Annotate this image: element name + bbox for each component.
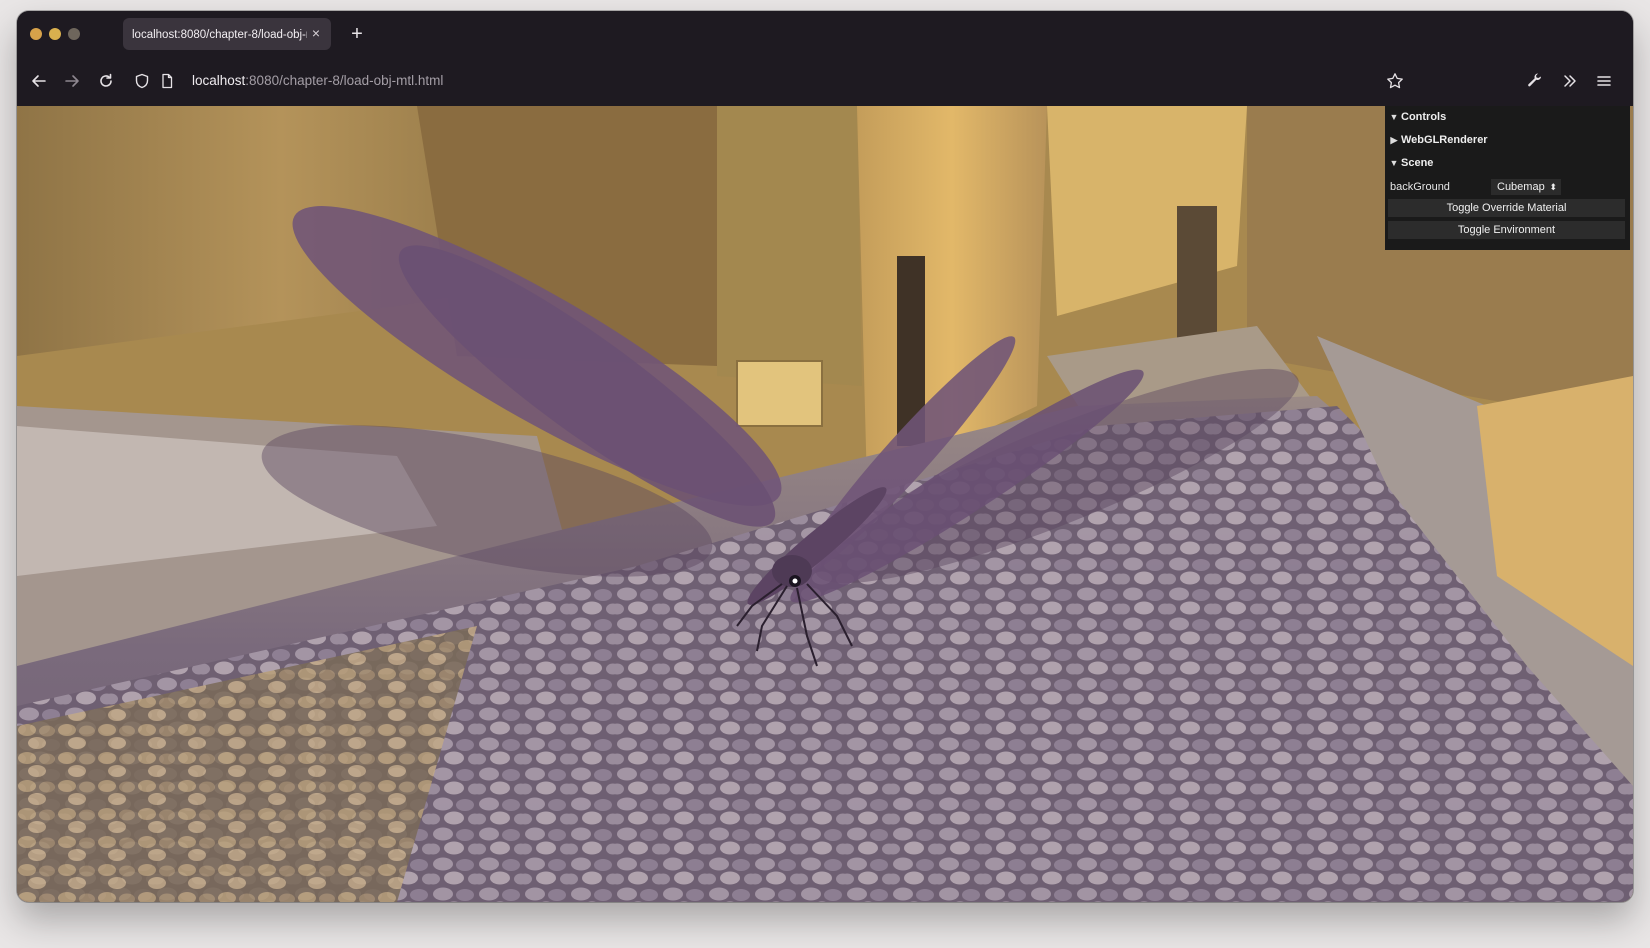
browser-tab[interactable]: localhost:8080/chapter-8/load-obj-mtl.ht…: [123, 18, 331, 50]
shield-icon[interactable]: [130, 69, 154, 93]
menu-icon[interactable]: [1592, 69, 1616, 93]
scene-label: Scene: [1401, 157, 1434, 169]
dat-gui-panel: ▼ Controls ▶ WebGLRenderer ▼ Scene backG…: [1385, 106, 1630, 250]
forward-icon[interactable]: [60, 69, 84, 93]
controls-label: Controls: [1401, 111, 1447, 123]
toggle-override-material-button[interactable]: Toggle Override Material: [1388, 199, 1625, 217]
close-window-button[interactable]: [30, 28, 42, 40]
tab-title: localhost:8080/chapter-8/load-obj-mtl.ht…: [132, 29, 307, 41]
overflow-chevrons-icon[interactable]: [1558, 69, 1582, 93]
chevron-right-icon: ▶: [1390, 134, 1398, 145]
background-row: backGround Cubemap ⬍: [1385, 176, 1630, 198]
wrench-icon[interactable]: [1523, 69, 1547, 93]
chevron-down-icon: ▼: [1389, 112, 1399, 122]
navigation-bar: localhost:8080/chapter-8/load-obj-mtl.ht…: [17, 57, 1633, 106]
background-select[interactable]: Cubemap ⬍: [1491, 179, 1561, 195]
back-icon[interactable]: [27, 69, 51, 93]
browser-window: localhost:8080/chapter-8/load-obj-mtl.ht…: [17, 11, 1633, 902]
minimize-window-button[interactable]: [49, 28, 61, 40]
url-path: :8080/chapter-8/load-obj-mtl.html: [245, 73, 444, 88]
new-tab-button[interactable]: +: [345, 22, 369, 46]
chevron-down-icon: ▼: [1389, 158, 1399, 168]
zoom-window-button[interactable]: [68, 28, 80, 40]
background-label: backGround: [1390, 181, 1450, 193]
webglrenderer-folder[interactable]: ▶ WebGLRenderer: [1385, 129, 1630, 151]
tab-strip: localhost:8080/chapter-8/load-obj-mtl.ht…: [17, 11, 1633, 57]
controls-folder[interactable]: ▼ Controls: [1385, 106, 1630, 128]
reload-icon[interactable]: [94, 69, 118, 93]
tab-close-icon[interactable]: ×: [307, 24, 325, 42]
url-field[interactable]: localhost:8080/chapter-8/load-obj-mtl.ht…: [192, 71, 443, 91]
select-arrows-icon: ⬍: [1549, 182, 1557, 192]
scene-folder[interactable]: ▼ Scene: [1385, 152, 1630, 174]
toggle-environment-button[interactable]: Toggle Environment: [1388, 221, 1625, 239]
webglrenderer-label: WebGLRenderer: [1401, 134, 1488, 146]
url-host: localhost: [192, 73, 246, 88]
bookmark-star-icon[interactable]: [1383, 69, 1407, 93]
page-icon[interactable]: [155, 69, 179, 93]
background-select-value: Cubemap: [1497, 181, 1545, 193]
